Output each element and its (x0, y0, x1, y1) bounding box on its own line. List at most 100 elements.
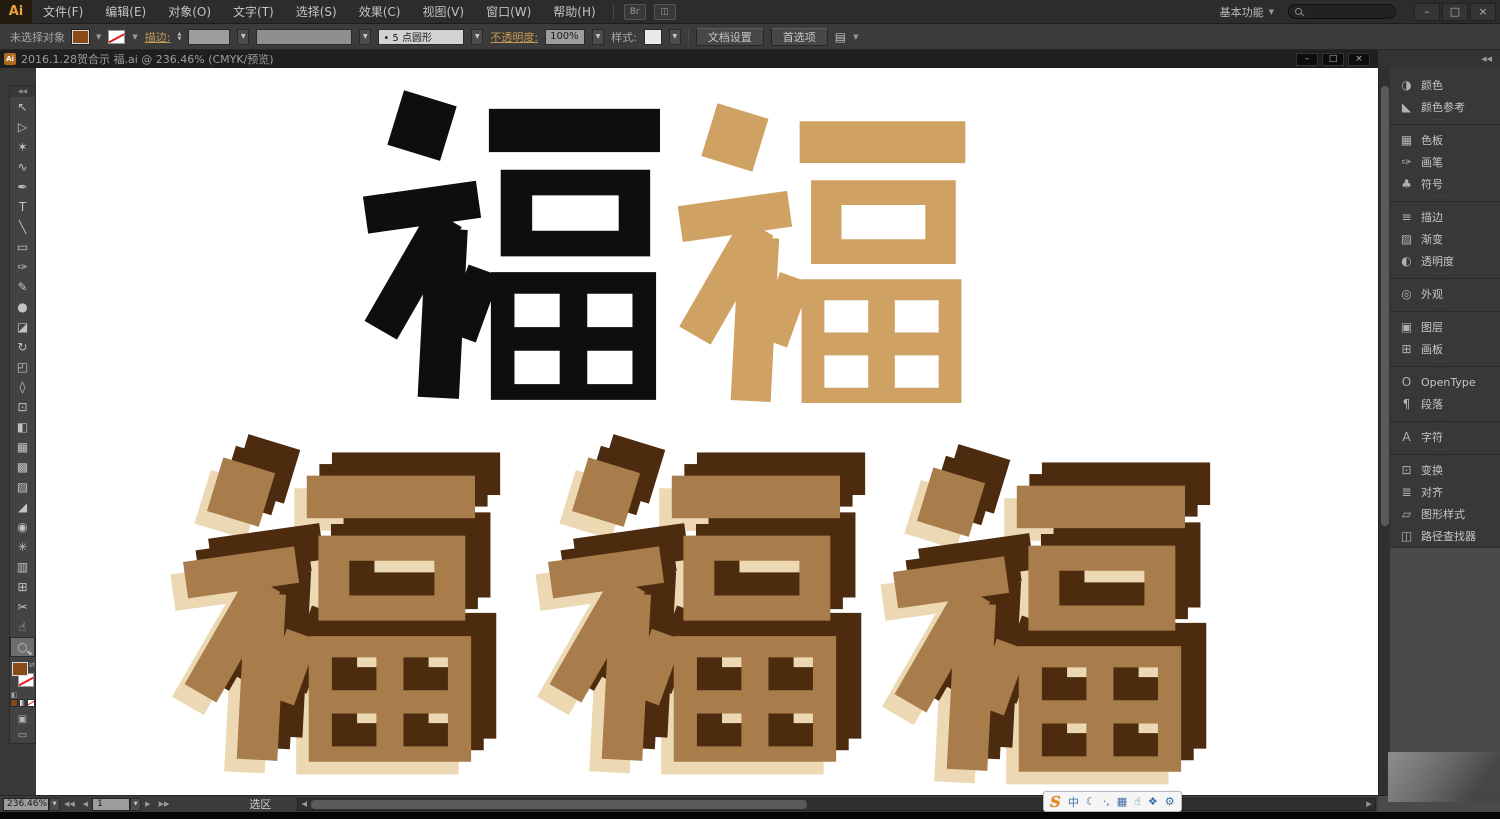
tool-eraser[interactable]: ◪ (10, 317, 35, 337)
panel-button-layers[interactable]: ▣图层 (1390, 316, 1500, 338)
tool-width[interactable]: ◊ (10, 377, 35, 397)
next-artboard-icon[interactable]: ▶ (141, 800, 154, 808)
menu-effect[interactable]: 效果(C) (348, 0, 412, 24)
fill-color-swatch[interactable] (72, 30, 89, 44)
variable-width-profile[interactable] (256, 29, 352, 45)
tool-pen[interactable]: ✒ (10, 177, 35, 197)
panel-button-gradient[interactable]: ▨渐变 (1390, 228, 1500, 250)
opacity-dropdown[interactable]: ▼ (592, 29, 604, 45)
brush-definition[interactable]: • 5 点圆形 (378, 29, 464, 45)
adobe-bridge-icon[interactable]: Br (624, 4, 646, 20)
tools-panel-header[interactable]: ◀◀ (10, 86, 35, 97)
stroke-weight-stepper[interactable]: ▲▼ (178, 32, 182, 42)
menu-edit[interactable]: 编辑(E) (94, 0, 157, 24)
chinese-mode-icon[interactable]: 中 (1068, 794, 1079, 810)
horizontal-scrollbar[interactable]: ◀ ▶ (297, 798, 1376, 811)
scroll-right-icon[interactable]: ▶ (1363, 800, 1375, 808)
search-input[interactable] (1288, 4, 1396, 19)
tool-scale[interactable]: ◰ (10, 357, 35, 377)
tool-line-segment[interactable]: ╲ (10, 217, 35, 237)
gradient-button[interactable] (19, 699, 27, 707)
tool-hand[interactable]: ☝ (10, 617, 35, 637)
vertical-scrollbar[interactable] (1378, 68, 1390, 795)
swap-fill-stroke-icon[interactable]: ⇄ (29, 661, 35, 669)
tool-mesh[interactable]: ▩ (10, 457, 35, 477)
tool-paintbrush[interactable]: ✑ (10, 257, 35, 277)
handwriting-icon[interactable]: ☝ (1134, 795, 1141, 808)
tool-pencil[interactable]: ✎ (10, 277, 35, 297)
tool-lasso[interactable]: ∿ (10, 157, 35, 177)
vertical-scrollbar-thumb[interactable] (1381, 86, 1389, 526)
toolbar-fill-swatch[interactable] (12, 662, 28, 676)
tool-perspective-grid[interactable]: ▦ (10, 437, 35, 457)
artboard-dropdown[interactable]: ▼ (130, 798, 141, 811)
tool-magic-wand[interactable]: ✶ (10, 137, 35, 157)
tool-slice[interactable]: ✂ (10, 597, 35, 617)
opacity-field[interactable]: 100% (545, 29, 585, 45)
arrange-documents-icon[interactable]: ◫ (654, 4, 676, 20)
full-half-width-icon[interactable]: ☾ (1086, 795, 1096, 808)
first-artboard-icon[interactable]: ◀◀ (60, 800, 79, 808)
skin-icon[interactable]: ❖ (1148, 795, 1158, 808)
color-button[interactable] (10, 699, 18, 707)
panel-button-align[interactable]: ≣对齐 (1390, 481, 1500, 503)
artboard-number-field[interactable]: 1 (92, 798, 130, 811)
panel-button-opentype[interactable]: OOpenType (1390, 371, 1500, 393)
screen-mode-button[interactable]: ▭ (10, 727, 35, 743)
preferences-button[interactable]: 首选项 (771, 28, 828, 46)
tool-free-transform[interactable]: ⊡ (10, 397, 35, 417)
stroke-weight-field[interactable] (188, 29, 230, 45)
close-button[interactable]: × (1470, 3, 1496, 21)
width-profile-dropdown[interactable]: ▼ (359, 29, 371, 45)
stroke-link[interactable]: 描边: (145, 29, 171, 45)
panel-button-color[interactable]: ◑颜色 (1390, 74, 1500, 96)
panel-button-pathfinder[interactable]: ◫路径查找器 (1390, 525, 1500, 547)
tool-artboard[interactable]: ⊞ (10, 577, 35, 597)
last-artboard-icon[interactable]: ▶▶ (155, 800, 174, 808)
tool-symbol-sprayer[interactable]: ✳ (10, 537, 35, 557)
tool-rotate[interactable]: ↻ (10, 337, 35, 357)
default-fill-stroke-icon[interactable]: ◧ (11, 691, 18, 699)
previous-artboard-icon[interactable]: ◀ (79, 800, 92, 808)
doc-restore-button[interactable]: □ (1322, 53, 1344, 66)
tool-eyedropper[interactable]: ◢ (10, 497, 35, 517)
minimize-button[interactable]: – (1414, 3, 1440, 21)
panel-button-brushes[interactable]: ✑画笔 (1390, 151, 1500, 173)
tool-rectangle[interactable]: ▭ (10, 237, 35, 257)
menu-window[interactable]: 窗口(W) (475, 0, 542, 24)
panel-button-swatches[interactable]: ▦色板 (1390, 129, 1500, 151)
dock-collapse-button[interactable]: ◀◀ (1378, 50, 1500, 68)
sogou-logo[interactable]: S (1050, 793, 1061, 811)
tool-type[interactable]: T (10, 197, 35, 217)
soft-keyboard-icon[interactable]: ▦ (1117, 795, 1127, 808)
tool-direct-selection[interactable]: ▷ (10, 117, 35, 137)
menu-help[interactable]: 帮助(H) (542, 0, 606, 24)
tool-blob-brush[interactable]: ● (10, 297, 35, 317)
brush-definition-dropdown[interactable]: ▼ (471, 29, 483, 45)
workspace-switcher[interactable]: 基本功能 ▼ (1220, 4, 1274, 20)
doc-close-button[interactable]: × (1348, 53, 1370, 66)
none-button[interactable] (27, 699, 35, 707)
stroke-color-swatch[interactable] (108, 30, 125, 44)
zoom-level-dropdown[interactable]: ▼ (49, 798, 60, 811)
ime-settings-icon[interactable]: ⚙ (1165, 795, 1175, 808)
zoom-level-field[interactable]: 236.46% (3, 798, 49, 811)
panel-button-graphic-styles[interactable]: ▱图形样式 (1390, 503, 1500, 525)
menu-view[interactable]: 视图(V) (411, 0, 475, 24)
menu-select[interactable]: 选择(S) (285, 0, 348, 24)
menu-type[interactable]: 文字(T) (222, 0, 285, 24)
restore-button[interactable]: □ (1442, 3, 1468, 21)
tool-gradient[interactable]: ▨ (10, 477, 35, 497)
doc-minimize-button[interactable]: – (1296, 53, 1318, 66)
document-setup-button[interactable]: 文档设置 (696, 28, 764, 46)
tool-blend[interactable]: ◉ (10, 517, 35, 537)
tool-shape-builder[interactable]: ◧ (10, 417, 35, 437)
horizontal-scrollbar-thumb[interactable] (311, 800, 806, 809)
style-swatch[interactable] (644, 29, 662, 45)
menu-file[interactable]: 文件(F) (32, 0, 94, 24)
tool-column-graph[interactable]: ▥ (10, 557, 35, 577)
document-title[interactable]: 2016.1.28贺合示 福.ai @ 236.46% (CMYK/预览) (21, 51, 274, 67)
punctuation-icon[interactable]: ·, (1103, 795, 1110, 808)
scroll-left-icon[interactable]: ◀ (298, 800, 310, 808)
canvas[interactable] (36, 68, 1378, 795)
